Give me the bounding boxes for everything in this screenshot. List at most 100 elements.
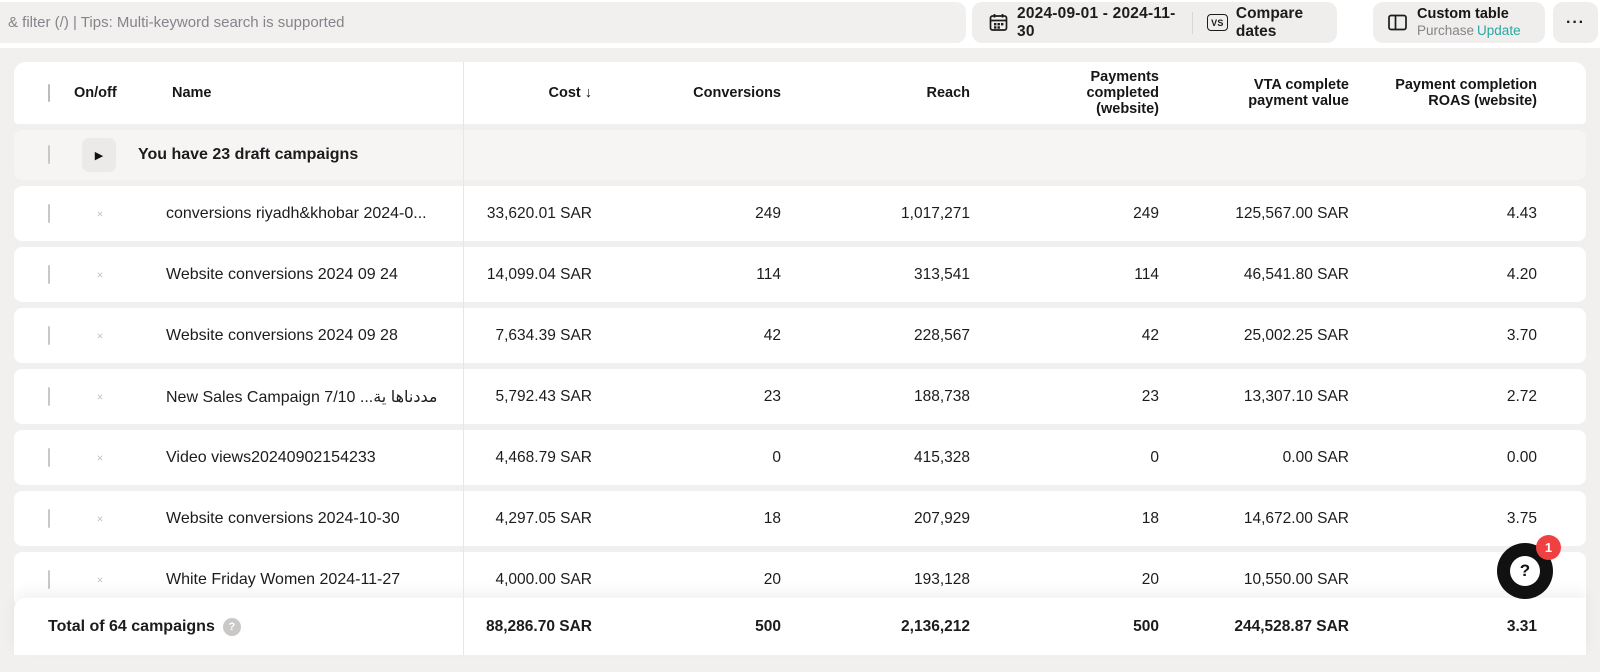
total-campaigns-label: Total of 64 campaigns	[48, 618, 215, 636]
payments-cell: 0	[970, 449, 1159, 467]
vta-cell: 13,307.10 SAR	[1159, 388, 1349, 406]
reach-cell: 228,567	[781, 327, 970, 345]
reach-cell: 313,541	[781, 266, 970, 284]
roas-cell: 4.20	[1349, 266, 1537, 284]
info-icon[interactable]: ?	[223, 618, 241, 636]
total-reach-cell: 2,136,212	[781, 618, 970, 636]
column-header-reach[interactable]: Reach	[781, 85, 970, 101]
cost-cell: 33,620.01 SAR	[463, 205, 592, 223]
payments-cell: 42	[970, 327, 1159, 345]
caret-right-icon: ▶	[95, 149, 103, 162]
cost-cell: 4,468.79 SAR	[463, 449, 592, 467]
custom-table-title: Custom table	[1417, 6, 1521, 23]
conversions-cell: 249	[592, 205, 781, 223]
vs-icon: VS	[1207, 14, 1228, 31]
search-placeholder: & filter (/) | Tips: Multi-keyword searc…	[8, 14, 345, 31]
date-range-button[interactable]: 2024-09-01 - 2024-11-30	[1017, 5, 1176, 41]
payments-cell: 114	[970, 266, 1159, 284]
total-cost-cell: 88,286.70 SAR	[463, 618, 592, 636]
cost-cell: 4,000.00 SAR	[463, 571, 592, 589]
total-conversions-cell: 500	[592, 618, 781, 636]
column-header-conversions[interactable]: Conversions	[592, 85, 781, 101]
campaign-name-link[interactable]: Website conversions 2024 09 28	[166, 327, 463, 345]
row-checkbox[interactable]	[48, 204, 50, 223]
conversions-cell: 18	[592, 510, 781, 528]
column-header-roas[interactable]: Payment completion ROAS (website)	[1349, 77, 1537, 109]
row-checkbox[interactable]	[48, 387, 50, 406]
cost-cell: 4,297.05 SAR	[463, 510, 592, 528]
campaigns-table: On/off Name Cost ↓ Conversions Reach Pay…	[14, 62, 1586, 655]
payments-cell: 23	[970, 388, 1159, 406]
toggle-off-icon: ✕	[92, 329, 108, 345]
row-checkbox[interactable]	[48, 265, 50, 284]
payments-cell: 18	[970, 510, 1159, 528]
campaign-name-link[interactable]: Website conversions 2024 09 24	[166, 266, 463, 284]
total-payments-cell: 500	[970, 618, 1159, 636]
custom-table-button[interactable]: Custom table PurchaseUpdate	[1373, 2, 1545, 43]
reach-cell: 415,328	[781, 449, 970, 467]
date-range-group: 2024-09-01 - 2024-11-30 VS Compare dates	[972, 2, 1337, 43]
vta-cell: 125,567.00 SAR	[1159, 205, 1349, 223]
table-row: ✕ Website conversions 2024 09 24 14,099.…	[14, 247, 1586, 302]
column-header-payments[interactable]: Payments completed (website)	[970, 69, 1159, 118]
cost-cell: 14,099.04 SAR	[463, 266, 592, 284]
compare-dates-button[interactable]: Compare dates	[1236, 5, 1337, 41]
expand-drafts-button[interactable]: ▶	[82, 138, 116, 172]
column-header-onoff[interactable]: On/off	[74, 85, 166, 101]
vta-cell: 46,541.80 SAR	[1159, 266, 1349, 284]
roas-cell: 4.43	[1349, 205, 1537, 223]
roas-cell: 3.75	[1349, 510, 1537, 528]
campaign-name-link[interactable]: White Friday Women 2024-11-27	[166, 571, 463, 589]
draft-campaigns-label[interactable]: You have 23 draft campaigns	[138, 146, 463, 164]
table-row: ✕ New Sales Campaign 7/10 مددناها ية...‏…	[14, 369, 1586, 424]
table-row: ✕ conversions riyadh&khobar 2024-0... 33…	[14, 186, 1586, 241]
row-checkbox[interactable]	[48, 570, 50, 589]
total-vta-cell: 244,528.87 SAR	[1159, 618, 1349, 636]
reach-cell: 188,738	[781, 388, 970, 406]
reach-cell: 1,017,271	[781, 205, 970, 223]
row-checkbox[interactable]	[48, 326, 50, 345]
vta-cell: 0.00 SAR	[1159, 449, 1349, 467]
table-row: ✕ Video views20240902154233 4,468.79 SAR…	[14, 430, 1586, 485]
vta-cell: 10,550.00 SAR	[1159, 571, 1349, 589]
row-checkbox[interactable]	[48, 448, 50, 467]
roas-cell: 0.00	[1349, 449, 1537, 467]
conversions-cell: 42	[592, 327, 781, 345]
total-row: Total of 64 campaigns ? 88,286.70 SAR 50…	[14, 598, 1586, 655]
vta-cell: 14,672.00 SAR	[1159, 510, 1349, 528]
reach-cell: 207,929	[781, 510, 970, 528]
total-roas-cell: 3.31	[1349, 618, 1537, 636]
table-row: ✕ Website conversions 2024 09 28 7,634.3…	[14, 308, 1586, 363]
row-checkbox[interactable]	[48, 509, 50, 528]
calendar-icon	[989, 13, 1008, 32]
conversions-cell: 20	[592, 571, 781, 589]
column-header-vta[interactable]: VTA complete payment value	[1159, 77, 1349, 109]
conversions-cell: 23	[592, 388, 781, 406]
table-row: ✕ Website conversions 2024-10-30 4,297.0…	[14, 491, 1586, 546]
toggle-off-icon: ✕	[92, 268, 108, 284]
payments-cell: 20	[970, 571, 1159, 589]
campaign-name-link[interactable]: Website conversions 2024-10-30	[166, 510, 463, 528]
payments-cell: 249	[970, 205, 1159, 223]
custom-table-update-link[interactable]: Update	[1477, 23, 1521, 38]
question-mark-icon: ?	[1510, 556, 1540, 586]
help-button[interactable]: ? 1	[1497, 543, 1553, 599]
toggle-off-icon: ✕	[92, 390, 108, 406]
table-header-row: On/off Name Cost ↓ Conversions Reach Pay…	[14, 62, 1586, 124]
toggle-off-icon: ✕	[92, 573, 108, 589]
column-header-cost[interactable]: Cost ↓	[463, 85, 592, 101]
more-options-button[interactable]: ···	[1553, 2, 1598, 43]
column-header-name[interactable]: Name	[166, 85, 463, 101]
toolbar: & filter (/) | Tips: Multi-keyword searc…	[0, 0, 1600, 48]
toggle-off-icon: ✕	[92, 512, 108, 528]
toggle-off-icon: ✕	[92, 451, 108, 467]
reach-cell: 193,128	[781, 571, 970, 589]
divider	[1192, 12, 1193, 34]
campaign-name-link[interactable]: conversions riyadh&khobar 2024-0...	[166, 205, 463, 223]
campaign-name-link[interactable]: New Sales Campaign 7/10 مددناها ية...‏	[166, 387, 463, 407]
vta-cell: 25,002.25 SAR	[1159, 327, 1349, 345]
search-input[interactable]: & filter (/) | Tips: Multi-keyword searc…	[0, 2, 966, 43]
campaign-name-link[interactable]: Video views20240902154233	[166, 449, 463, 467]
row-checkbox[interactable]	[48, 145, 50, 164]
select-all-checkbox[interactable]	[48, 84, 50, 102]
